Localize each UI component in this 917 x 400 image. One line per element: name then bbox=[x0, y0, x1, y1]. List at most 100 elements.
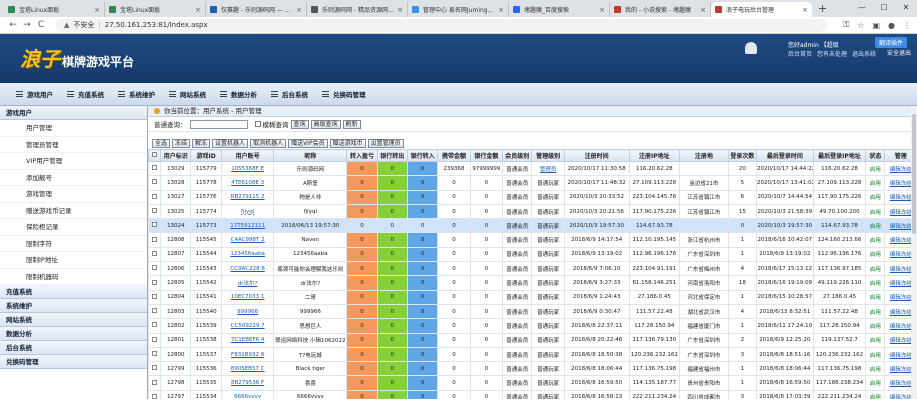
browser-tab[interactable]: 宝塔Linux面板 × bbox=[4, 2, 105, 17]
table-cell[interactable] bbox=[148, 318, 162, 334]
row-checkbox[interactable] bbox=[152, 322, 158, 328]
advanced-query-button[interactable]: 高级查询 bbox=[310, 119, 341, 129]
vertical-scrollbar[interactable] bbox=[911, 106, 917, 399]
table-cell[interactable] bbox=[148, 332, 162, 348]
table-cell[interactable]: 10EC7033 1 bbox=[220, 289, 275, 305]
key-icon[interactable]: ⚿ bbox=[843, 20, 849, 30]
row-checkbox[interactable] bbox=[152, 336, 158, 342]
header-link[interactable]: 您有未处理 bbox=[817, 51, 847, 58]
sidebar-group[interactable]: 系统维护 bbox=[0, 299, 147, 313]
tab-close-icon[interactable]: × bbox=[599, 6, 605, 14]
fuzzy-checkbox[interactable] bbox=[254, 121, 261, 127]
sidebar-item[interactable]: 添加靓号 bbox=[0, 170, 147, 186]
table-cell[interactable]: fjlyql bbox=[220, 203, 275, 220]
row-checkbox[interactable] bbox=[152, 250, 158, 256]
table-cell[interactable] bbox=[148, 389, 162, 399]
action-button[interactable]: 赠送VIP会员 bbox=[288, 138, 328, 148]
action-button[interactable]: 赠送游戏币 bbox=[329, 138, 366, 148]
tab-close-icon[interactable]: × bbox=[802, 6, 808, 14]
sidebar-group[interactable]: 兑换码管理 bbox=[0, 355, 147, 369]
new-tab-button[interactable]: + bbox=[812, 2, 833, 17]
table-cell[interactable] bbox=[148, 361, 162, 377]
tab-close-icon[interactable]: × bbox=[94, 6, 100, 14]
more-menu-icon[interactable]: ⋮ bbox=[903, 21, 911, 30]
sidebar-item[interactable]: 赠送游戏币记录 bbox=[0, 203, 147, 219]
row-checkbox[interactable] bbox=[152, 179, 158, 185]
table-cell[interactable] bbox=[148, 160, 162, 177]
profile-icon[interactable]: ● bbox=[888, 21, 895, 30]
table-cell[interactable]: C4AC998T 2 bbox=[220, 232, 275, 248]
table-cell[interactable] bbox=[148, 303, 162, 320]
sidebar-item[interactable]: 限制机器码 bbox=[0, 269, 147, 285]
table-cell[interactable] bbox=[148, 375, 162, 391]
table-cell[interactable]: F831B932 8 bbox=[220, 346, 275, 363]
menu-item[interactable]: 充值系统 bbox=[67, 89, 104, 99]
tab-close-icon[interactable]: × bbox=[296, 6, 302, 14]
forward-button[interactable]: → bbox=[20, 20, 34, 30]
table-cell[interactable]: RB279115 2 bbox=[220, 189, 275, 205]
table-cell[interactable]: CC9AC228 8 bbox=[220, 261, 275, 277]
sidebar-item[interactable]: 用户管理 bbox=[0, 120, 147, 137]
action-button[interactable]: 设置机器人 bbox=[212, 138, 249, 148]
table-cell[interactable]: 8905EB57 C bbox=[220, 361, 275, 377]
tab-close-icon[interactable]: × bbox=[498, 6, 504, 14]
table-cell[interactable] bbox=[148, 275, 162, 291]
menu-item[interactable]: 后台系统 bbox=[271, 89, 308, 99]
sidebar-group[interactable]: 充值系统 bbox=[0, 285, 147, 299]
row-checkbox[interactable] bbox=[152, 279, 158, 285]
sidebar-item[interactable]: 限制IP地址 bbox=[0, 252, 147, 269]
row-checkbox[interactable] bbox=[152, 165, 158, 171]
table-cell[interactable]: 4TE6108E 3 bbox=[220, 175, 275, 191]
table-cell[interactable]: 17T5912111 bbox=[220, 218, 275, 234]
browser-tab[interactable]: 我的 - 小说搜索 - 堵趣魔 × bbox=[610, 2, 711, 17]
action-button[interactable]: 冻结 bbox=[172, 138, 191, 148]
refresh-button[interactable]: 刷新 bbox=[342, 119, 361, 129]
select-all-checkbox[interactable] bbox=[152, 152, 158, 157]
sidebar-group[interactable]: 后台系统 bbox=[0, 341, 147, 355]
action-button[interactable]: 解冻 bbox=[192, 138, 211, 148]
tab-close-icon[interactable]: × bbox=[700, 6, 706, 14]
table-cell[interactable]: 1055368F E bbox=[220, 160, 275, 177]
extensions-icon[interactable]: ▣ bbox=[872, 21, 880, 30]
browser-tab[interactable]: 仅赛趣 - 乐则源码网 — Wo × bbox=[206, 2, 307, 17]
tab-close-icon[interactable]: × bbox=[195, 6, 201, 14]
table-cell[interactable] bbox=[148, 189, 162, 205]
table-cell[interactable] bbox=[148, 346, 162, 363]
header-link[interactable]: 退出系统 bbox=[852, 51, 876, 58]
tab-close-icon[interactable]: × bbox=[397, 6, 403, 14]
sidebar-group[interactable]: 数据分析 bbox=[0, 327, 147, 341]
menu-item[interactable]: 游戏用户 bbox=[16, 89, 53, 99]
browser-tab[interactable]: 堵趣魔_百度搜索 × bbox=[509, 2, 610, 17]
table-cell[interactable] bbox=[148, 218, 162, 234]
table-cell[interactable] bbox=[148, 203, 162, 220]
sidebar-group[interactable]: 网站系统 bbox=[0, 313, 147, 327]
bookmark-star-icon[interactable]: ☆ bbox=[857, 21, 864, 30]
menu-item[interactable]: 兑换码管理 bbox=[322, 89, 366, 99]
sidebar-header[interactable]: 游戏用户 bbox=[0, 106, 147, 120]
row-checkbox[interactable] bbox=[152, 393, 158, 399]
close-icon[interactable]: ✕ bbox=[895, 0, 917, 17]
row-checkbox[interactable] bbox=[152, 308, 158, 314]
sidebar-item[interactable]: 游戏管理 bbox=[0, 186, 147, 203]
translate-extension-badge[interactable]: 翻译插件 bbox=[874, 37, 907, 48]
row-checkbox[interactable] bbox=[152, 265, 158, 271]
table-cell[interactable]: 123456aaba bbox=[220, 246, 275, 263]
row-checkbox[interactable] bbox=[152, 193, 158, 199]
maximize-icon[interactable]: ☐ bbox=[873, 0, 895, 17]
table-cell[interactable] bbox=[148, 232, 162, 248]
search-input[interactable] bbox=[189, 119, 248, 129]
table-cell[interactable]: 6666vvvv bbox=[220, 389, 275, 399]
back-button[interactable]: ← bbox=[6, 20, 20, 30]
sidebar-item[interactable]: VIP用户管理 bbox=[0, 153, 147, 170]
browser-tab[interactable]: 宝塔Linux面板 × bbox=[105, 2, 206, 17]
sidebar-item[interactable]: 管理员管理 bbox=[0, 137, 147, 153]
url-input[interactable]: ▲ 不安全 | 27.50.161.253:81/Index.aspx bbox=[56, 18, 828, 32]
table-cell[interactable] bbox=[148, 175, 162, 191]
minimize-icon[interactable]: — bbox=[851, 0, 873, 17]
menu-item[interactable]: 网站系统 bbox=[169, 89, 206, 99]
row-checkbox[interactable] bbox=[152, 236, 158, 242]
table-cell[interactable]: CC509229 7 bbox=[220, 318, 275, 334]
row-checkbox[interactable] bbox=[152, 351, 158, 356]
action-button[interactable]: 设置管理员 bbox=[367, 138, 404, 148]
sidebar-item[interactable]: 限制字符 bbox=[0, 236, 147, 252]
